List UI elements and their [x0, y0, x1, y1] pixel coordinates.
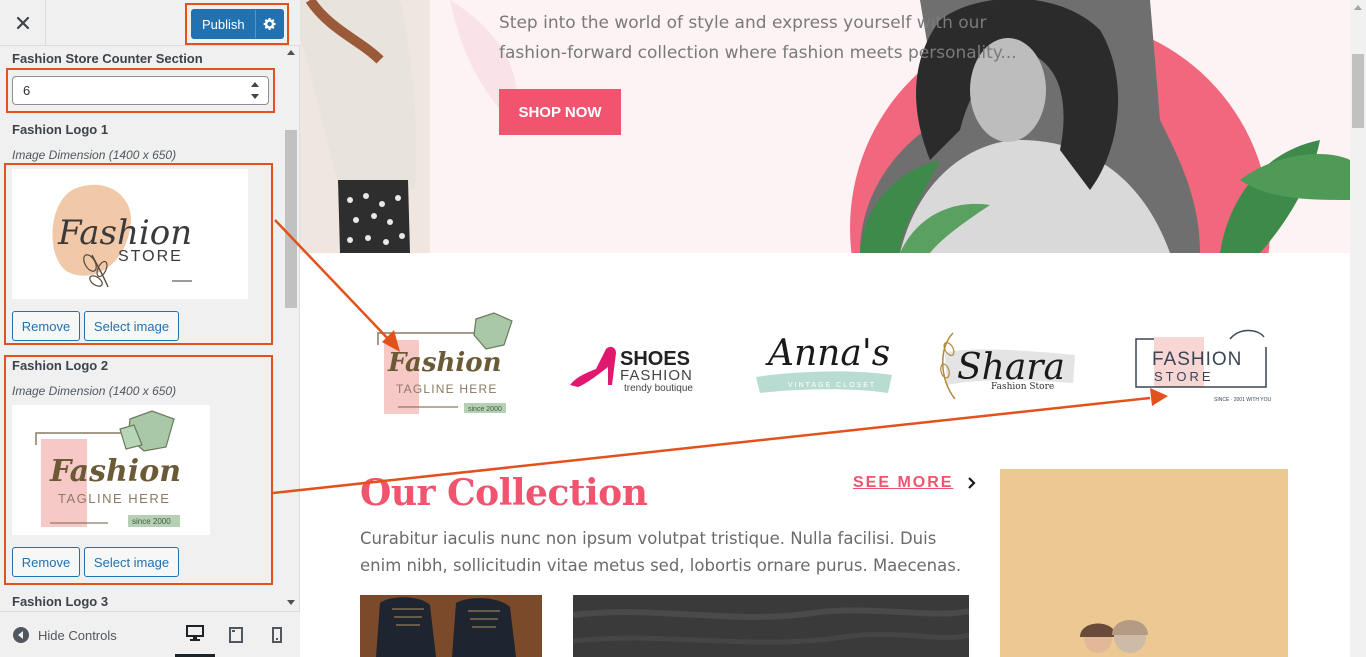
- stepper-up-icon[interactable]: [251, 82, 259, 87]
- see-more-label: SEE MORE: [853, 474, 954, 491]
- brand-1-tagline: TAGLINE HERE: [396, 382, 498, 396]
- counter-stepper[interactable]: [247, 79, 263, 102]
- brand-3-name: Anna's: [765, 333, 890, 374]
- fashion-tagline-logo-graphic: Fashion TAGLINE HERE since 2000: [35, 410, 181, 527]
- sidebar-scrollbar-thumb[interactable]: [285, 130, 297, 308]
- site-preview[interactable]: Step into the world of style and express…: [300, 0, 1366, 657]
- logo-2-preview-image: Fashion TAGLINE HERE since 2000: [12, 405, 210, 535]
- logo-2-tagline: TAGLINE HERE: [58, 491, 170, 506]
- sidebar-controls[interactable]: Fashion Store Counter Section 6 Fashion …: [0, 46, 300, 611]
- collection-image-kids[interactable]: [1000, 469, 1288, 657]
- collection-description: Curabitur iaculis nunc non ipsum volutpa…: [360, 529, 962, 575]
- brand-logo-shara[interactable]: Shara Fashion Store: [935, 327, 1085, 407]
- shop-now-button[interactable]: SHOP NOW: [499, 89, 621, 135]
- publish-settings-button[interactable]: [255, 10, 283, 38]
- brand-logo-shoes-fashion-graphic: SHOES FASHION trendy boutique: [570, 346, 693, 394]
- close-button[interactable]: [0, 0, 46, 46]
- gear-icon: [263, 17, 276, 31]
- customizer-app: Publish Fashion Store Counter Section 6 …: [0, 0, 1366, 657]
- publish-button[interactable]: Publish: [191, 9, 284, 39]
- tablet-icon: [229, 627, 243, 643]
- brand-logo-fashion-tagline[interactable]: Fashion TAGLINE HERE since 2000: [374, 305, 514, 420]
- brand-logo-strip: Fashion TAGLINE HERE since 2000 SHOES FA…: [360, 305, 1290, 425]
- brand-1-since: since 2000: [468, 406, 502, 413]
- brand-5-tagline: SINCE · 2001 WITH YOU: [1214, 397, 1272, 403]
- logo-2-title: Fashion Logo 2: [12, 358, 109, 373]
- scroll-up-icon[interactable]: [1354, 5, 1362, 10]
- brand-logo-shara-graphic: Shara Fashion Store: [940, 332, 1075, 400]
- shoes-photo: [376, 597, 516, 657]
- sidebar-header: Publish: [0, 0, 300, 46]
- brand-3-tagline: VINTAGE CLOSET: [788, 382, 876, 389]
- sidebar-footer: Hide Controls: [0, 611, 300, 657]
- preview-scrollbar[interactable]: [1350, 0, 1366, 657]
- collection-image-texture[interactable]: [573, 595, 969, 657]
- brand-2-sub: FASHION: [620, 367, 693, 384]
- brand-5-name: FASHION: [1152, 349, 1242, 370]
- logo-1-select-image-button[interactable]: Select image: [84, 311, 179, 341]
- logo-3-title: Fashion Logo 3: [12, 594, 109, 609]
- logo-2-since: since 2000: [132, 517, 171, 526]
- hero-section: Step into the world of style and express…: [300, 0, 1350, 253]
- brand-1-name: Fashion: [387, 348, 502, 378]
- logo-1-remove-button[interactable]: Remove: [12, 311, 80, 341]
- brand-logo-shoes-fashion[interactable]: SHOES FASHION trendy boutique: [566, 343, 696, 394]
- hide-controls-label: Hide Controls: [38, 627, 117, 643]
- counter-section-title: Fashion Store Counter Section: [12, 51, 203, 66]
- brand-logo-fashion-tagline-graphic: Fashion TAGLINE HERE since 2000: [377, 312, 513, 414]
- collection-title: Our Collection: [360, 472, 648, 514]
- mobile-icon: [272, 627, 282, 643]
- see-more-link[interactable]: SEE MORE: [853, 474, 977, 492]
- hero-description: Step into the world of style and express…: [499, 13, 1017, 63]
- kids-photo: [1000, 469, 1288, 657]
- brand-logo-annas-graphic: Anna's VINTAGE CLOSET: [756, 333, 892, 393]
- logo-1-title: Fashion Logo 1: [12, 122, 109, 137]
- brand-5-sub: STORE: [1154, 369, 1214, 384]
- scroll-up-icon[interactable]: [287, 50, 295, 55]
- fashion-store-logo-graphic: Fashion STORE: [52, 184, 192, 288]
- brand-logo-annas[interactable]: Anna's VINTAGE CLOSET: [754, 329, 894, 401]
- logo-2-dimension: Image Dimension (1400 x 650): [12, 384, 177, 398]
- tablet-preview-button[interactable]: [216, 612, 256, 657]
- chevron-right-icon: [968, 477, 977, 489]
- brand-logo-fashion-store-graphic: FASHION STORE SINCE · 2001 WITH YOU: [1135, 329, 1272, 403]
- brand-logo-fashion-store[interactable]: FASHION STORE SINCE · 2001 WITH YOU: [1134, 325, 1274, 405]
- sidebar-scrollbar[interactable]: [284, 46, 298, 611]
- mobile-preview-button[interactable]: [257, 612, 297, 657]
- scroll-down-icon[interactable]: [287, 600, 295, 605]
- logo-2-select-image-button[interactable]: Select image: [84, 547, 179, 577]
- desktop-preview-button[interactable]: [175, 612, 215, 657]
- logo-1-word: STORE: [118, 248, 183, 265]
- counter-number-input[interactable]: 6: [12, 76, 269, 105]
- texture-photo: [573, 595, 969, 657]
- customizer-sidebar: Publish Fashion Store Counter Section 6 …: [0, 0, 300, 657]
- stepper-down-icon[interactable]: [251, 94, 259, 99]
- publish-label: Publish: [202, 16, 245, 32]
- logo-1-dimension: Image Dimension (1400 x 650): [12, 148, 177, 162]
- collapse-arrow-icon: [13, 627, 29, 643]
- logo-1-script: Fashion: [57, 213, 192, 253]
- logo-1-preview-image: Fashion STORE: [12, 169, 248, 299]
- brand-4-tagline: Fashion Store: [991, 382, 1054, 392]
- logo-2-remove-button[interactable]: Remove: [12, 547, 80, 577]
- preview-scrollbar-thumb[interactable]: [1352, 54, 1364, 128]
- brand-2-tagline: trendy boutique: [624, 383, 693, 393]
- close-icon: [16, 16, 29, 30]
- desktop-icon: [186, 625, 204, 641]
- collection-image-shoes[interactable]: [360, 595, 542, 657]
- logo-2-script: Fashion: [49, 454, 181, 489]
- hide-controls-button[interactable]: Hide Controls: [12, 624, 117, 646]
